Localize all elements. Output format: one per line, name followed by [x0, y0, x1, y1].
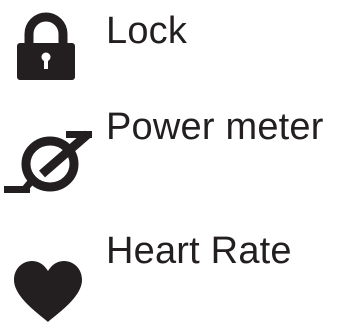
- heart-icon: [12, 260, 84, 324]
- legend-item-heart-rate: Heart Rate: [0, 220, 358, 322]
- power-meter-icon: [2, 128, 94, 200]
- legend-label-power-meter: Power meter: [106, 106, 324, 148]
- legend-label-heart-rate: Heart Rate: [106, 230, 292, 272]
- legend-item-power-meter: Power meter: [0, 100, 358, 200]
- legend-item-lock: Lock: [0, 0, 358, 90]
- lock-icon: [15, 12, 77, 80]
- legend-label-lock: Lock: [106, 10, 188, 52]
